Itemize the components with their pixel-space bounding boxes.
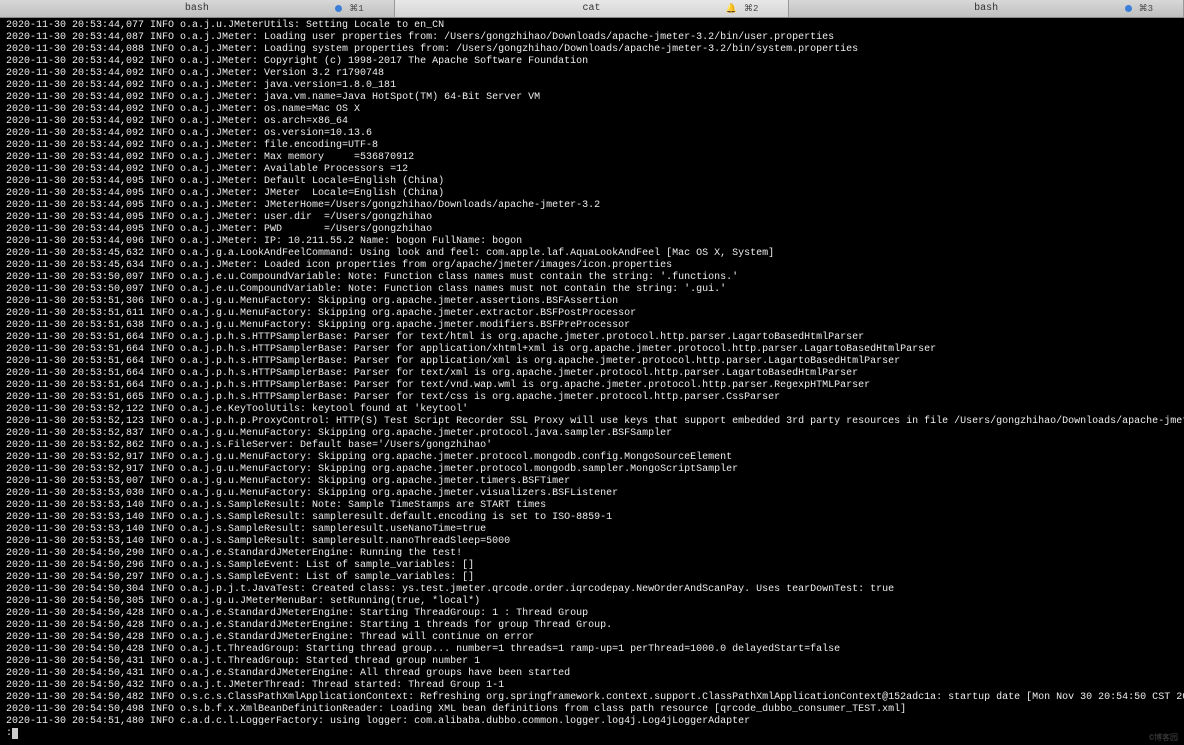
log-line: 2020-11-30 20:53:53,030 INFO o.a.j.g.u.M… (6, 488, 1178, 500)
log-line: 2020-11-30 20:53:44,092 INFO o.a.j.JMete… (6, 116, 1178, 128)
log-line: 2020-11-30 20:53:51,306 INFO o.a.j.g.u.M… (6, 296, 1178, 308)
tab-title: cat (583, 3, 601, 14)
log-line: 2020-11-30 20:53:50,097 INFO o.a.j.e.u.C… (6, 284, 1178, 296)
watermark: ©博客园 (1149, 732, 1178, 743)
log-line: 2020-11-30 20:53:52,837 INFO o.a.j.g.u.M… (6, 428, 1178, 440)
log-line: 2020-11-30 20:54:50,482 INFO o.s.c.s.Cla… (6, 692, 1178, 704)
terminal-output[interactable]: 2020-11-30 20:53:44,077 INFO o.a.j.u.JMe… (0, 18, 1184, 742)
log-line: 2020-11-30 20:53:50,097 INFO o.a.j.e.u.C… (6, 272, 1178, 284)
tab-title: bash (974, 3, 998, 14)
log-line: 2020-11-30 20:53:52,862 INFO o.a.j.s.Fil… (6, 440, 1178, 452)
log-line: 2020-11-30 20:53:51,611 INFO o.a.j.g.u.M… (6, 308, 1178, 320)
log-line: 2020-11-30 20:53:53,007 INFO o.a.j.g.u.M… (6, 476, 1178, 488)
log-line: 2020-11-30 20:53:44,095 INFO o.a.j.JMete… (6, 176, 1178, 188)
log-line: 2020-11-30 20:53:52,122 INFO o.a.j.e.Key… (6, 404, 1178, 416)
tab-shortcut: ⌘3 (1139, 4, 1153, 14)
prompt-line[interactable]: : (6, 728, 1178, 740)
log-line: 2020-11-30 20:54:50,290 INFO o.a.j.e.Sta… (6, 548, 1178, 560)
log-line: 2020-11-30 20:53:45,634 INFO o.a.j.JMete… (6, 260, 1178, 272)
log-line: 2020-11-30 20:54:51,480 INFO c.a.d.c.l.L… (6, 716, 1178, 728)
log-line: 2020-11-30 20:53:44,095 INFO o.a.j.JMete… (6, 200, 1178, 212)
log-line: 2020-11-30 20:53:44,095 INFO o.a.j.JMete… (6, 188, 1178, 200)
log-line: 2020-11-30 20:53:44,077 INFO o.a.j.u.JMe… (6, 20, 1178, 32)
unsaved-dot-icon (335, 5, 342, 12)
log-line: 2020-11-30 20:53:53,140 INFO o.a.j.s.Sam… (6, 536, 1178, 548)
log-line: 2020-11-30 20:54:50,296 INFO o.a.j.s.Sam… (6, 560, 1178, 572)
log-line: 2020-11-30 20:53:44,095 INFO o.a.j.JMete… (6, 224, 1178, 236)
log-line: 2020-11-30 20:53:51,638 INFO o.a.j.g.u.M… (6, 320, 1178, 332)
tab-indicator: ⌘3 (1125, 4, 1153, 14)
log-line: 2020-11-30 20:53:44,092 INFO o.a.j.JMete… (6, 140, 1178, 152)
log-line: 2020-11-30 20:54:50,431 INFO o.a.j.t.Thr… (6, 656, 1178, 668)
log-line: 2020-11-30 20:53:44,095 INFO o.a.j.JMete… (6, 212, 1178, 224)
log-line: 2020-11-30 20:53:44,092 INFO o.a.j.JMete… (6, 104, 1178, 116)
log-line: 2020-11-30 20:54:50,297 INFO o.a.j.s.Sam… (6, 572, 1178, 584)
log-line: 2020-11-30 20:53:51,665 INFO o.a.j.p.h.s… (6, 392, 1178, 404)
log-line: 2020-11-30 20:53:51,664 INFO o.a.j.p.h.s… (6, 332, 1178, 344)
log-line: 2020-11-30 20:53:53,140 INFO o.a.j.s.Sam… (6, 500, 1178, 512)
tab-indicator: ⌘1 (335, 4, 363, 14)
log-line: 2020-11-30 20:54:50,431 INFO o.a.j.e.Sta… (6, 668, 1178, 680)
tab-bash-3[interactable]: bash ⌘3 (789, 0, 1184, 17)
log-line: 2020-11-30 20:53:52,123 INFO o.a.j.p.h.p… (6, 416, 1178, 428)
log-line: 2020-11-30 20:53:52,917 INFO o.a.j.g.u.M… (6, 464, 1178, 476)
log-line: 2020-11-30 20:54:50,428 INFO o.a.j.e.Sta… (6, 620, 1178, 632)
log-line: 2020-11-30 20:53:44,096 INFO o.a.j.JMete… (6, 236, 1178, 248)
tab-bar: bash ⌘1 cat 🔔 ⌘2 bash ⌘3 (0, 0, 1184, 18)
bell-icon: 🔔 (726, 4, 737, 14)
log-line: 2020-11-30 20:53:45,632 INFO o.a.j.g.a.L… (6, 248, 1178, 260)
log-line: 2020-11-30 20:53:53,140 INFO o.a.j.s.Sam… (6, 524, 1178, 536)
tab-title: bash (185, 3, 209, 14)
log-line: 2020-11-30 20:53:44,092 INFO o.a.j.JMete… (6, 68, 1178, 80)
log-line: 2020-11-30 20:54:50,428 INFO o.a.j.t.Thr… (6, 644, 1178, 656)
log-line: 2020-11-30 20:53:51,664 INFO o.a.j.p.h.s… (6, 344, 1178, 356)
log-line: 2020-11-30 20:53:44,092 INFO o.a.j.JMete… (6, 164, 1178, 176)
log-line: 2020-11-30 20:54:50,428 INFO o.a.j.e.Sta… (6, 632, 1178, 644)
log-line: 2020-11-30 20:54:50,428 INFO o.a.j.e.Sta… (6, 608, 1178, 620)
log-line: 2020-11-30 20:53:44,092 INFO o.a.j.JMete… (6, 128, 1178, 140)
log-line: 2020-11-30 20:54:50,304 INFO o.a.j.p.j.t… (6, 584, 1178, 596)
log-line: 2020-11-30 20:53:51,664 INFO o.a.j.p.h.s… (6, 356, 1178, 368)
log-line: 2020-11-30 20:54:50,432 INFO o.a.j.t.JMe… (6, 680, 1178, 692)
log-line: 2020-11-30 20:54:50,305 INFO o.a.j.g.u.J… (6, 596, 1178, 608)
tab-cat[interactable]: cat 🔔 ⌘2 (395, 0, 790, 17)
unsaved-dot-icon (1125, 5, 1132, 12)
log-line: 2020-11-30 20:53:51,664 INFO o.a.j.p.h.s… (6, 368, 1178, 380)
log-line: 2020-11-30 20:53:44,092 INFO o.a.j.JMete… (6, 80, 1178, 92)
tab-shortcut: ⌘2 (744, 4, 758, 14)
log-line: 2020-11-30 20:53:52,917 INFO o.a.j.g.u.M… (6, 452, 1178, 464)
log-line: 2020-11-30 20:54:50,498 INFO o.s.b.f.x.X… (6, 704, 1178, 716)
log-line: 2020-11-30 20:53:44,092 INFO o.a.j.JMete… (6, 92, 1178, 104)
log-line: 2020-11-30 20:53:53,140 INFO o.a.j.s.Sam… (6, 512, 1178, 524)
log-line: 2020-11-30 20:53:44,092 INFO o.a.j.JMete… (6, 152, 1178, 164)
log-line: 2020-11-30 20:53:44,092 INFO o.a.j.JMete… (6, 56, 1178, 68)
log-line: 2020-11-30 20:53:44,087 INFO o.a.j.JMete… (6, 32, 1178, 44)
tab-bash-1[interactable]: bash ⌘1 (0, 0, 395, 17)
log-line: 2020-11-30 20:53:44,088 INFO o.a.j.JMete… (6, 44, 1178, 56)
log-line: 2020-11-30 20:53:51,664 INFO o.a.j.p.h.s… (6, 380, 1178, 392)
tab-shortcut: ⌘1 (349, 4, 363, 14)
cursor-icon (12, 728, 18, 739)
tab-indicator: 🔔 ⌘2 (726, 4, 759, 14)
